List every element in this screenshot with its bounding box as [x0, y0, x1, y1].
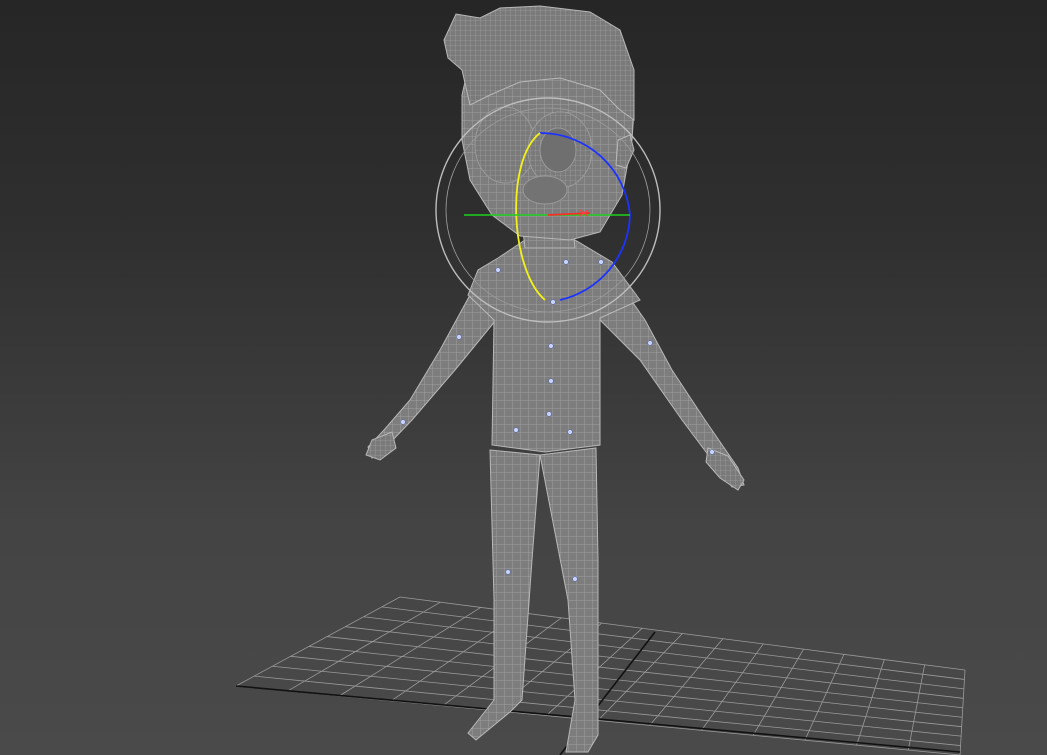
- grid-line: [363, 616, 964, 690]
- skin-marker: [563, 259, 569, 265]
- left-hand[interactable]: [365, 431, 397, 461]
- skin-marker: [709, 449, 715, 455]
- grid-line: [804, 654, 845, 741]
- skin-marker: [647, 340, 653, 346]
- grid-line: [327, 636, 963, 709]
- 3d-viewport[interactable]: [0, 0, 1047, 755]
- skin-marker: [400, 419, 406, 425]
- skin-marker: [546, 411, 552, 417]
- mouth: [522, 175, 568, 205]
- skin-marker: [550, 299, 556, 305]
- torso[interactable]: [467, 239, 641, 453]
- grid-line: [254, 675, 961, 746]
- skin-marker: [598, 259, 604, 265]
- left-leg[interactable]: [467, 449, 541, 741]
- viewport-scene[interactable]: [0, 0, 1047, 755]
- grid-line: [272, 665, 962, 737]
- grid-line: [381, 606, 965, 680]
- grid-line: [701, 643, 764, 731]
- skin-marker: [548, 378, 554, 384]
- grid-line: [959, 669, 966, 755]
- skin-marker: [567, 429, 573, 435]
- grid-line: [856, 659, 885, 746]
- skin-marker: [495, 267, 501, 273]
- grid-line: [649, 638, 724, 726]
- skin-marker: [456, 334, 462, 340]
- grid-line: [752, 648, 804, 736]
- grid-lines: [235, 596, 966, 755]
- home-grid: [235, 596, 966, 755]
- grid-line: [399, 596, 966, 671]
- skin-marker: [572, 576, 578, 582]
- grid-line: [235, 596, 401, 687]
- skin-marker: [513, 427, 519, 433]
- grid-line: [345, 626, 964, 699]
- skin-marker: [505, 569, 511, 575]
- right-leg[interactable]: [539, 447, 599, 753]
- skin-marker: [548, 343, 554, 349]
- grid-line: [907, 664, 926, 751]
